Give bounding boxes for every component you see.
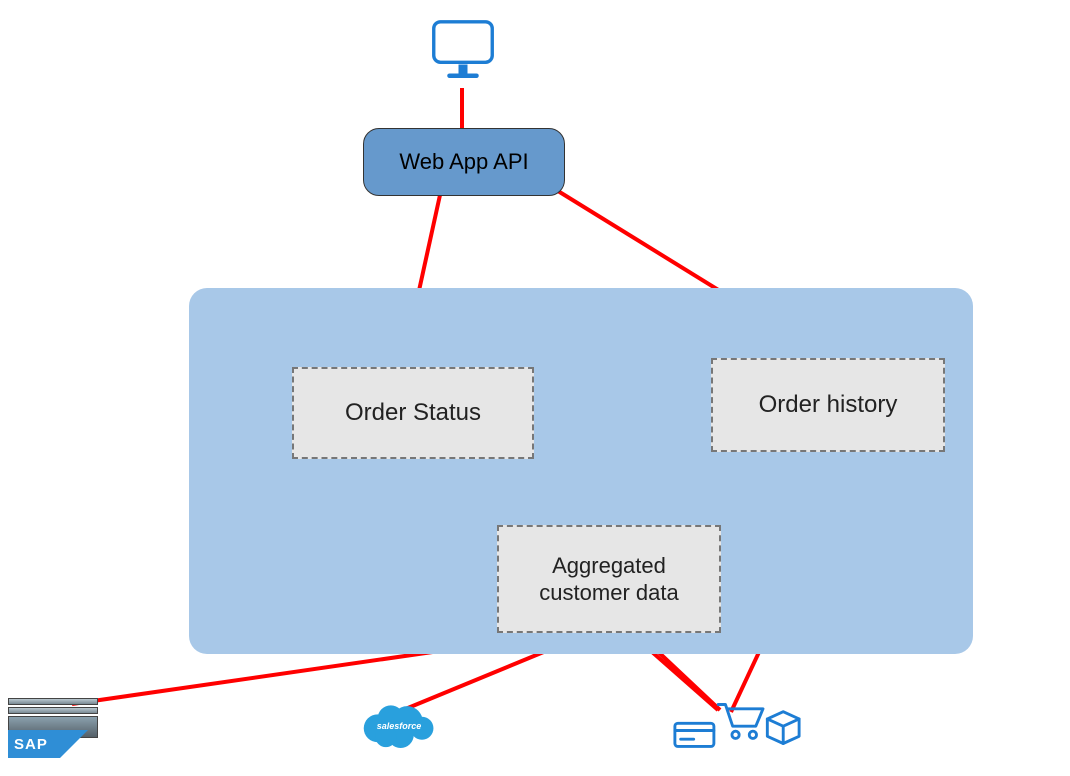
sap-icon: SAP <box>8 716 98 756</box>
sap-logo-text: SAP <box>14 736 48 753</box>
order-history-node: Order history <box>711 358 945 452</box>
ecommerce-icon-group <box>672 698 802 750</box>
aggregated-label: Aggregated customer data <box>539 552 678 607</box>
salesforce-label: salesforce <box>377 721 422 731</box>
diagram-canvas: Web App API Order Status Order history A… <box>0 0 1070 776</box>
aggregated-customer-data-node: Aggregated customer data <box>497 525 721 633</box>
order-status-label: Order Status <box>345 398 481 428</box>
order-history-label: Order history <box>759 390 898 420</box>
web-app-api-node: Web App API <box>363 128 565 196</box>
order-status-node: Order Status <box>292 367 534 459</box>
monitor-icon <box>427 15 499 87</box>
web-app-api-label: Web App API <box>399 149 528 175</box>
salesforce-icon: salesforce <box>358 698 438 754</box>
